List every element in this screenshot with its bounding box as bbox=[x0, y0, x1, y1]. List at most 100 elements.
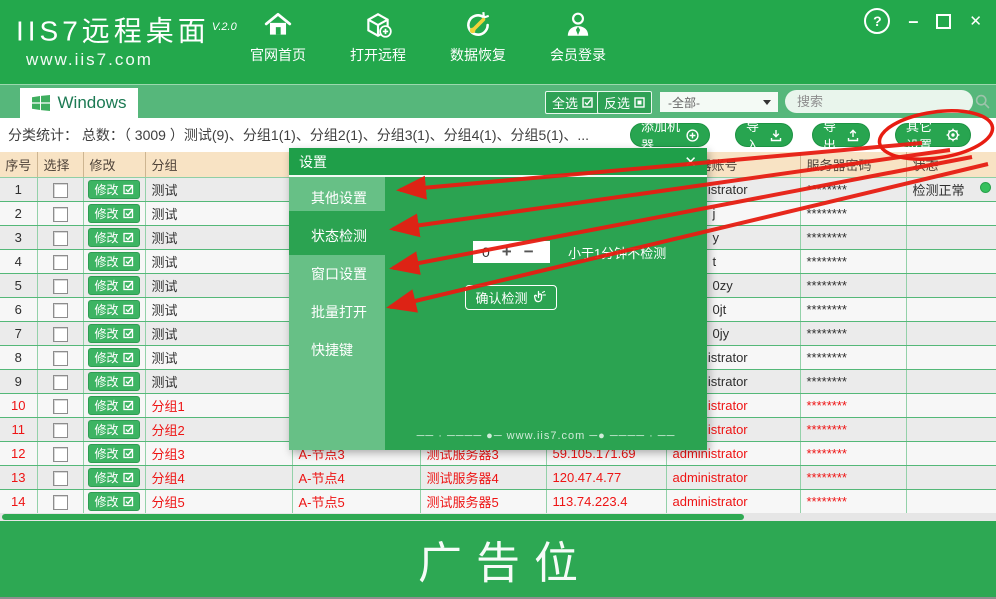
confirm-check-button[interactable]: 确认检测 bbox=[465, 285, 557, 310]
menu-item-window-settings[interactable]: 窗口设置 bbox=[289, 255, 385, 293]
cell-edit: 修改 bbox=[83, 418, 145, 442]
spinner-minus-button[interactable]: − bbox=[524, 242, 534, 262]
edit-button[interactable]: 修改 bbox=[88, 372, 139, 391]
help-button[interactable]: ? bbox=[864, 8, 890, 34]
cell-status bbox=[906, 226, 996, 250]
cell-status bbox=[906, 490, 996, 514]
edit-button[interactable]: 修改 bbox=[88, 348, 139, 367]
cell-status bbox=[906, 466, 996, 490]
minimize-button[interactable]: – bbox=[908, 16, 918, 26]
nav-member-login[interactable]: 会员登录 bbox=[528, 8, 628, 65]
row-checkbox[interactable] bbox=[53, 351, 68, 366]
row-checkbox[interactable] bbox=[53, 207, 68, 222]
close-button[interactable]: ✕ bbox=[969, 12, 982, 30]
edit-button[interactable]: 修改 bbox=[88, 204, 139, 223]
edit-button[interactable]: 修改 bbox=[88, 468, 139, 487]
menu-item-batch-open[interactable]: 批量打开 bbox=[289, 293, 385, 331]
settings-modal: 设置 ✕ 其他设置 状态检测 窗口设置 批量打开 快捷键 0 + − 小于1分钟… bbox=[289, 148, 707, 450]
cell-edit: 修改 bbox=[83, 490, 145, 514]
cell-password: ******** bbox=[800, 322, 906, 346]
modal-close-icon[interactable]: ✕ bbox=[684, 153, 697, 171]
cell-select bbox=[37, 466, 83, 490]
nav-open-remote[interactable]: 打开远程 bbox=[328, 8, 428, 65]
cell-server: 测试服务器5 bbox=[420, 490, 546, 514]
row-checkbox[interactable] bbox=[53, 231, 68, 246]
row-checkbox[interactable] bbox=[53, 447, 68, 462]
cell-password: ******** bbox=[800, 370, 906, 394]
row-checkbox[interactable] bbox=[53, 375, 68, 390]
edit-button[interactable]: 修改 bbox=[88, 252, 139, 271]
nav-label: 打开远程 bbox=[328, 45, 428, 65]
cell-select bbox=[37, 298, 83, 322]
edit-button[interactable]: 修改 bbox=[88, 180, 139, 199]
interval-spinner: 0 + − bbox=[473, 241, 550, 263]
maximize-button[interactable] bbox=[936, 14, 951, 29]
row-checkbox[interactable] bbox=[53, 495, 68, 510]
nav-label: 数据恢复 bbox=[428, 45, 528, 65]
cell-group: 分组2 bbox=[145, 418, 292, 442]
header-password: 服务器密码 bbox=[800, 152, 906, 178]
scrollbar-thumb[interactable] bbox=[2, 514, 744, 520]
cell-server: 测试服务器4 bbox=[420, 466, 546, 490]
cell-num: 12 bbox=[0, 442, 37, 466]
cell-group: 分组1 bbox=[145, 394, 292, 418]
menu-item-hotkeys[interactable]: 快捷键 bbox=[289, 331, 385, 369]
add-machine-button[interactable]: 添加机器 bbox=[630, 123, 710, 147]
invert-icon bbox=[634, 97, 645, 108]
cell-num: 3 bbox=[0, 226, 37, 250]
nav-home[interactable]: 官网首页 bbox=[228, 8, 328, 65]
edit-button[interactable]: 修改 bbox=[88, 300, 139, 319]
logo-title: IIS7远程桌面 bbox=[16, 15, 210, 46]
edit-button[interactable]: 修改 bbox=[88, 276, 139, 295]
cell-password: ******** bbox=[800, 250, 906, 274]
row-checkbox[interactable] bbox=[53, 303, 68, 318]
tab-windows[interactable]: Windows bbox=[20, 88, 138, 118]
cell-select bbox=[37, 442, 83, 466]
cell-ip: 120.47.4.77 bbox=[546, 466, 666, 490]
row-checkbox[interactable] bbox=[53, 399, 68, 414]
app-logo: IIS7远程桌面V.2.0 www.iis7.com bbox=[16, 12, 237, 70]
row-checkbox[interactable] bbox=[53, 183, 68, 198]
cell-status bbox=[906, 442, 996, 466]
cell-ip: 113.74.223.4 bbox=[546, 490, 666, 514]
header-select: 选择 bbox=[37, 152, 83, 178]
edit-button[interactable]: 修改 bbox=[88, 396, 139, 415]
member-login-icon bbox=[528, 8, 628, 42]
row-checkbox[interactable] bbox=[53, 471, 68, 486]
group-filter-dropdown[interactable]: -全部- bbox=[660, 92, 778, 112]
cell-select bbox=[37, 250, 83, 274]
modal-content: 0 + − 小于1分钟不检测 确认检测 ── · ──── ●─ www.iis… bbox=[385, 177, 707, 450]
invert-select-button[interactable]: 反选 bbox=[597, 91, 652, 114]
spinner-plus-button[interactable]: + bbox=[502, 242, 512, 262]
edit-button[interactable]: 修改 bbox=[88, 444, 139, 463]
nav-label: 官网首页 bbox=[228, 45, 328, 65]
cell-password: ******** bbox=[800, 226, 906, 250]
row-checkbox[interactable] bbox=[53, 423, 68, 438]
edit-button[interactable]: 修改 bbox=[88, 228, 139, 247]
cell-password: ******** bbox=[800, 418, 906, 442]
row-checkbox[interactable] bbox=[53, 255, 68, 270]
menu-item-status-check[interactable]: 状态检测 bbox=[289, 217, 385, 255]
data-recovery-icon bbox=[428, 8, 528, 42]
cell-select bbox=[37, 346, 83, 370]
import-button[interactable]: 导入 bbox=[735, 123, 793, 147]
ad-banner: 广告位 bbox=[0, 521, 996, 597]
edit-button[interactable]: 修改 bbox=[88, 492, 139, 511]
cell-select bbox=[37, 490, 83, 514]
spinner-value[interactable]: 0 bbox=[482, 244, 490, 260]
cell-node: A-节点5 bbox=[292, 490, 420, 514]
export-button[interactable]: 导出 bbox=[812, 123, 870, 147]
cell-num: 1 bbox=[0, 178, 37, 202]
row-checkbox[interactable] bbox=[53, 327, 68, 342]
search-input[interactable] bbox=[785, 93, 975, 110]
nav-data-recovery[interactable]: 数据恢复 bbox=[428, 8, 528, 65]
edit-button[interactable]: 修改 bbox=[88, 324, 139, 343]
select-all-button[interactable]: 全选 bbox=[545, 91, 600, 114]
other-settings-button[interactable]: 其它设置 bbox=[895, 123, 971, 147]
edit-button[interactable]: 修改 bbox=[88, 420, 139, 439]
menu-item-other-settings[interactable]: 其他设置 bbox=[289, 179, 385, 217]
spinner-note: 小于1分钟不检测 bbox=[568, 243, 666, 262]
cell-status bbox=[906, 370, 996, 394]
row-checkbox[interactable] bbox=[53, 279, 68, 294]
cell-status bbox=[906, 346, 996, 370]
